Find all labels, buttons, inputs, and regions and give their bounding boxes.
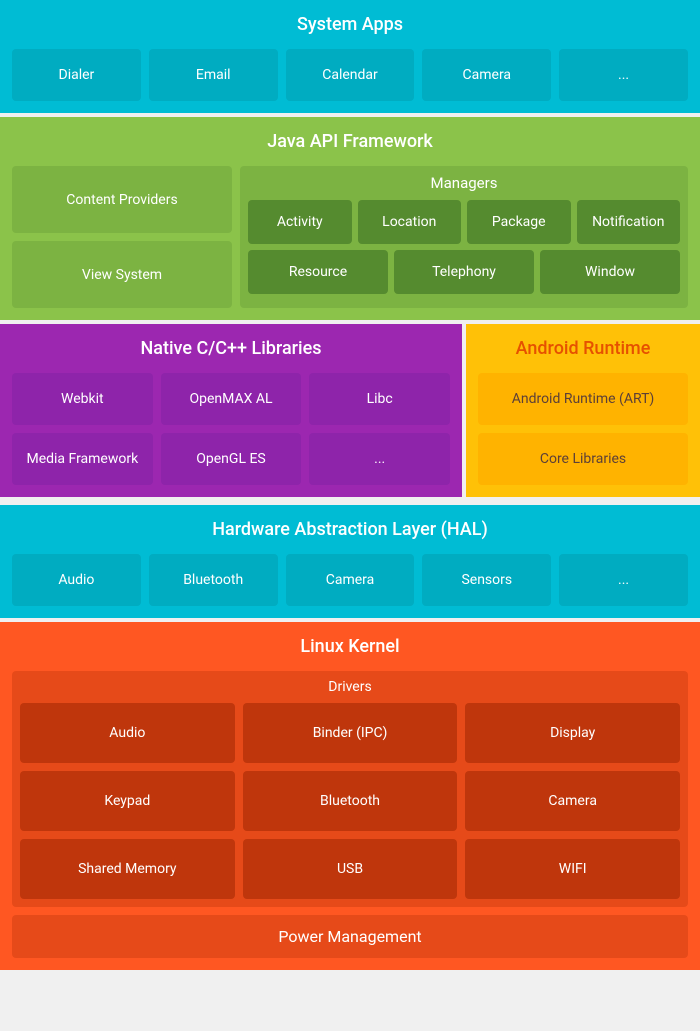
middle-row: Native C/C++ Libraries Webkit OpenMAX AL…	[0, 324, 700, 501]
content-providers-box: Content Providers	[12, 166, 232, 233]
usb-box: USB	[243, 839, 458, 899]
manager-row-1: Activity Location Package Notification	[248, 200, 680, 244]
art-box: Android Runtime (ART)	[478, 373, 688, 425]
system-apps-boxes: Dialer Email Calendar Camera ...	[12, 49, 688, 101]
drivers-title: Drivers	[20, 679, 680, 695]
binder-box: Binder (IPC)	[243, 703, 458, 763]
kernel-audio-box: Audio	[20, 703, 235, 763]
native-libs-title: Native C/C++ Libraries	[12, 334, 450, 363]
opengl-box: OpenGL ES	[161, 433, 302, 485]
window-box: Window	[540, 250, 680, 294]
package-box: Package	[467, 200, 571, 244]
managers-section: Managers Activity Location Package Notif…	[240, 166, 688, 308]
hal-title: Hardware Abstraction Layer (HAL)	[12, 515, 688, 544]
dialer-box: Dialer	[12, 49, 141, 101]
java-api-layer: Java API Framework Content Providers Vie…	[0, 117, 700, 320]
manager-row-2: Resource Telephony Window	[248, 250, 680, 294]
activity-box: Activity	[248, 200, 352, 244]
native-libs-layer: Native C/C++ Libraries Webkit OpenMAX AL…	[0, 324, 462, 497]
display-box: Display	[465, 703, 680, 763]
hal-audio-box: Audio	[12, 554, 141, 606]
linux-kernel-title: Linux Kernel	[12, 632, 688, 661]
driver-row-1: Audio Binder (IPC) Display	[20, 703, 680, 763]
kernel-bluetooth-box: Bluetooth	[243, 771, 458, 831]
android-runtime-title: Android Runtime	[478, 334, 688, 363]
native-libs-grid: Webkit OpenMAX AL Libc Media Framework O…	[12, 373, 450, 485]
system-apps-title: System Apps	[12, 10, 688, 39]
location-box: Location	[358, 200, 462, 244]
core-libraries-box: Core Libraries	[478, 433, 688, 485]
hal-bluetooth-box: Bluetooth	[149, 554, 278, 606]
hal-layer: Hardware Abstraction Layer (HAL) Audio B…	[0, 505, 700, 618]
android-runtime-layer: Android Runtime Android Runtime (ART) Co…	[466, 324, 700, 497]
telephony-box: Telephony	[394, 250, 534, 294]
java-api-inner: Content Providers View System Managers A…	[12, 166, 688, 308]
notification-box: Notification	[577, 200, 681, 244]
view-system-box: View System	[12, 241, 232, 308]
hal-boxes: Audio Bluetooth Camera Sensors ...	[12, 554, 688, 606]
resource-box: Resource	[248, 250, 388, 294]
hal-more-box: ...	[559, 554, 688, 606]
kernel-camera-box: Camera	[465, 771, 680, 831]
driver-row-2: Keypad Bluetooth Camera	[20, 771, 680, 831]
linux-kernel-layer: Linux Kernel Drivers Audio Binder (IPC) …	[0, 622, 700, 970]
java-api-title: Java API Framework	[12, 127, 688, 156]
hal-camera-box: Camera	[286, 554, 415, 606]
email-box: Email	[149, 49, 278, 101]
native-more-box: ...	[309, 433, 450, 485]
more-box: ...	[559, 49, 688, 101]
driver-row-3: Shared Memory USB WIFI	[20, 839, 680, 899]
system-apps-layer: System Apps Dialer Email Calendar Camera…	[0, 0, 700, 113]
media-framework-box: Media Framework	[12, 433, 153, 485]
libc-box: Libc	[309, 373, 450, 425]
calendar-box: Calendar	[286, 49, 415, 101]
drivers-grid: Audio Binder (IPC) Display Keypad Blueto…	[20, 703, 680, 899]
wifi-box: WIFI	[465, 839, 680, 899]
shared-memory-box: Shared Memory	[20, 839, 235, 899]
java-api-left: Content Providers View System	[12, 166, 232, 308]
native-libs-row-1: Webkit OpenMAX AL Libc	[12, 373, 450, 425]
managers-title: Managers	[248, 174, 680, 192]
drivers-section: Drivers Audio Binder (IPC) Display Keypa…	[12, 671, 688, 907]
webkit-box: Webkit	[12, 373, 153, 425]
camera-box: Camera	[422, 49, 551, 101]
power-management-box: Power Management	[12, 915, 688, 958]
openmax-box: OpenMAX AL	[161, 373, 302, 425]
native-libs-row-2: Media Framework OpenGL ES ...	[12, 433, 450, 485]
keypad-box: Keypad	[20, 771, 235, 831]
hal-sensors-box: Sensors	[422, 554, 551, 606]
